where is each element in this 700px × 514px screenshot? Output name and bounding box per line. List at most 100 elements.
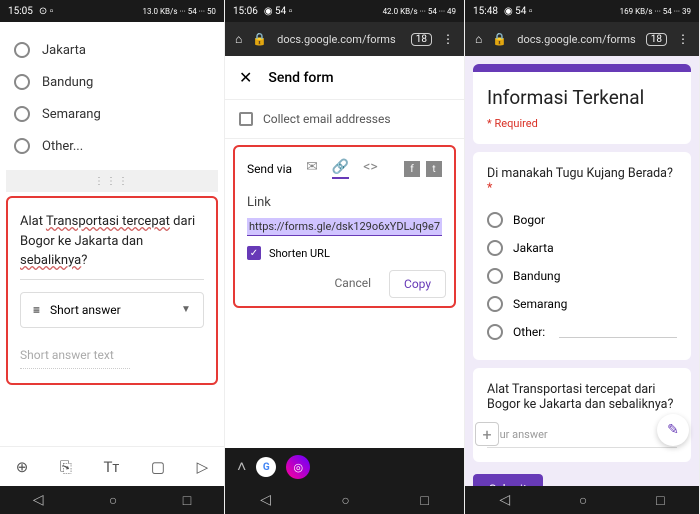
send-title: Send form [268, 70, 333, 86]
status-right: 13.0 KB/s ··· 54 ··· 50 [142, 7, 215, 16]
url-text[interactable]: docs.google.com/forms [277, 33, 401, 46]
home-icon[interactable]: ⌂ [235, 32, 242, 46]
back-icon[interactable]: ◁ [260, 492, 271, 508]
shorten-row[interactable]: ✓ Shorten URL [243, 242, 446, 270]
send-content: ✕ Send form Collect email addresses Send… [225, 56, 464, 486]
menu-icon[interactable]: ⋮ [442, 32, 454, 46]
pencil-icon: ✎ [667, 422, 679, 438]
tab-count[interactable]: 18 [646, 33, 667, 46]
status-bar: 15:48 ◉ 54 ▫ 169 KB/s ··· 54 ··· 39 [465, 0, 699, 22]
notif-icon: ◉ 54 ▫ [264, 6, 292, 17]
nav-bar: ◁ ○ □ [465, 486, 699, 514]
lock-icon: 🔒 [252, 32, 267, 46]
radio-icon [487, 212, 503, 228]
answer-type-dropdown[interactable]: ≡Short answer ▼ [20, 292, 204, 328]
recent-icon[interactable]: □ [183, 492, 191, 509]
home-icon[interactable]: ○ [579, 492, 587, 509]
instagram-icon[interactable]: ◎ [286, 455, 310, 479]
chevron-up-icon[interactable]: ˄ [237, 457, 246, 477]
recent-icon[interactable]: □ [656, 492, 664, 509]
radio-icon [487, 240, 503, 256]
browser-bottom: ˄ G ◎ [225, 448, 464, 486]
mail-icon[interactable]: ✉ [306, 159, 318, 179]
status-right: 169 KB/s ··· 54 ··· 39 [620, 7, 691, 16]
send-via-label: Send via [247, 162, 292, 176]
video-icon[interactable]: ▷ [197, 458, 209, 476]
tab-count[interactable]: 18 [411, 33, 432, 46]
google-icon[interactable]: G [256, 457, 276, 477]
drag-icon: ⋮⋮⋮ [94, 176, 130, 187]
recent-icon[interactable]: □ [420, 492, 428, 509]
status-bar: 15:06◉ 54 ▫ 42.0 KB/s ··· 54 ··· 49 [225, 0, 464, 22]
radio-icon [487, 268, 503, 284]
required-label: * Required [487, 117, 677, 130]
menu-icon[interactable]: ⋮ [677, 32, 689, 46]
q1-opt-jakarta[interactable]: Jakarta [487, 234, 677, 262]
short-answer-icon: ≡ [33, 303, 40, 317]
toolbar: ⊕ ⎘ Tᴛ ▢ ▷ [0, 446, 224, 486]
form-header: Informasi Terkenal * Required [473, 64, 691, 144]
nav-bar: ◁ ○ □ [0, 486, 224, 514]
address-bar: ⌂ 🔒 docs.google.com/forms 18 ⋮ [225, 22, 464, 56]
form-title: Informasi Terkenal [487, 86, 677, 109]
home-icon[interactable]: ⌂ [475, 32, 482, 46]
notif-icon: ⊙ ▫ [39, 6, 53, 17]
options-list: Jakarta Bandung Semarang Other... [0, 22, 224, 166]
link-icon[interactable]: 🔗 [332, 159, 349, 179]
q1-opt-semarang[interactable]: Semarang [487, 290, 677, 318]
q1-text: Di manakah Tugu Kujang Berada? * [487, 166, 677, 196]
collect-row[interactable]: Collect email addresses [225, 100, 464, 139]
url-text[interactable]: docs.google.com/forms [517, 33, 636, 46]
facebook-icon[interactable]: f [404, 161, 420, 177]
radio-icon [14, 138, 30, 154]
option-other[interactable]: Other... [14, 130, 210, 162]
add-icon[interactable]: ⊕ [16, 458, 29, 476]
panel-send-form: 15:06◉ 54 ▫ 42.0 KB/s ··· 54 ··· 49 ⌂ 🔒 … [225, 0, 465, 514]
status-bar: 15:05⊙ ▫ 13.0 KB/s ··· 54 ··· 50 [0, 0, 224, 22]
image-icon[interactable]: ▢ [151, 458, 165, 476]
import-icon[interactable]: ⎘ [60, 458, 72, 476]
time: 15:48 [473, 6, 498, 17]
q1-opt-bandung[interactable]: Bandung [487, 262, 677, 290]
checkbox-icon[interactable] [239, 112, 253, 126]
link-url[interactable]: https://forms.gle/dsk129o6xYDLJq9e7 [247, 218, 442, 236]
panel-form-editor: 15:05⊙ ▫ 13.0 KB/s ··· 54 ··· 50 Jakarta… [0, 0, 225, 514]
question-1: Di manakah Tugu Kujang Berada? * Bogor J… [473, 152, 691, 360]
option-semarang[interactable]: Semarang [14, 98, 210, 130]
other-input[interactable] [559, 326, 677, 338]
time: 15:06 [233, 6, 258, 17]
panel-live-form: 15:48 ◉ 54 ▫ 169 KB/s ··· 54 ··· 39 ⌂ 🔒 d… [465, 0, 700, 514]
radio-icon [14, 42, 30, 58]
q1-opt-bogor[interactable]: Bogor [487, 206, 677, 234]
edit-fab[interactable]: ✎ [657, 414, 689, 446]
q1-opt-other[interactable]: Other: [487, 318, 677, 346]
cancel-button[interactable]: Cancel [325, 270, 382, 298]
form-content: Informasi Terkenal * Required Di manakah… [465, 56, 699, 486]
option-bandung[interactable]: Bandung [14, 66, 210, 98]
back-icon[interactable]: ◁ [33, 492, 44, 508]
drag-handle[interactable]: ⋮⋮⋮ [6, 170, 218, 192]
home-icon[interactable]: ○ [109, 492, 117, 509]
embed-icon[interactable]: <> [363, 159, 377, 179]
checkbox-checked-icon[interactable]: ✓ [247, 246, 261, 260]
radio-icon [14, 106, 30, 122]
send-header: ✕ Send form [225, 56, 464, 100]
notif-icon: ◉ 54 ▫ [504, 6, 532, 17]
answer-input[interactable]: Your answer [487, 422, 677, 448]
nav-bar: ◁ ○ □ [225, 486, 464, 514]
close-icon[interactable]: ✕ [239, 68, 252, 87]
back-icon[interactable]: ◁ [499, 492, 510, 508]
text-icon[interactable]: Tᴛ [103, 458, 119, 476]
submit-button[interactable]: Submit [473, 474, 543, 486]
send-link-box: Send via ✉ 🔗 <> f t Link https://forms.g… [233, 145, 456, 308]
dialog-buttons: Cancel Copy [243, 270, 446, 298]
add-button[interactable]: + [475, 422, 499, 446]
address-bar: ⌂ 🔒 docs.google.com/forms 18 ⋮ [465, 22, 699, 56]
option-jakarta[interactable]: Jakarta [14, 34, 210, 66]
question-card[interactable]: Alat Transportasi tercepat dari Bogor ke… [6, 196, 218, 385]
home-icon[interactable]: ○ [341, 492, 349, 509]
copy-button[interactable]: Copy [389, 270, 446, 298]
twitter-icon[interactable]: t [426, 161, 442, 177]
question-2: Alat Transportasi tercepat dari Bogor ke… [473, 368, 691, 462]
question-title[interactable]: Alat Transportasi tercepat dari Bogor ke… [20, 212, 204, 280]
